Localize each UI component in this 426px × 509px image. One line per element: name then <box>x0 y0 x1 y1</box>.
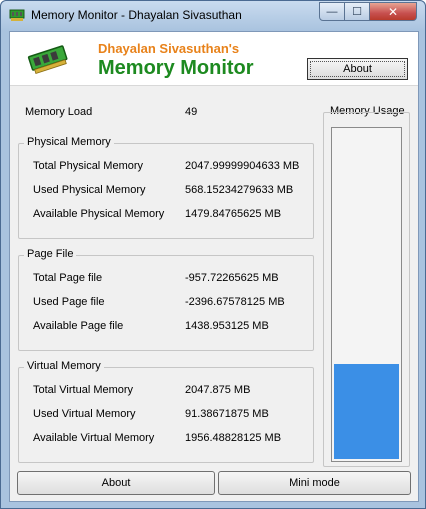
available-physical-value: 1479.84765625 MB <box>185 208 282 220</box>
used-page-file-value: -2396.67578125 MB <box>185 296 285 308</box>
about-button[interactable]: About <box>17 471 215 495</box>
title-bar[interactable]: Memory Monitor - Dhayalan Sivasuthan — ☐… <box>1 1 425 31</box>
total-page-file-value: -957.72265625 MB <box>185 272 279 284</box>
memory-usage-fill <box>334 364 399 459</box>
total-virtual-label: Total Virtual Memory <box>33 384 134 396</box>
available-page-file-value: 1438.953125 MB <box>185 320 269 332</box>
used-page-file-label: Used Page file <box>33 296 105 308</box>
close-icon: ✕ <box>387 4 399 19</box>
window-frame: Memory Monitor - Dhayalan Sivasuthan — ☐… <box>0 0 426 509</box>
virtual-memory-group: Virtual Memory Total Virtual Memory 2047… <box>18 360 314 463</box>
maximize-icon: ☐ <box>352 6 362 18</box>
about-button-header[interactable]: About <box>307 58 408 80</box>
total-virtual-value: 2047.875 MB <box>185 384 251 396</box>
available-virtual-label: Available Virtual Memory <box>33 432 155 444</box>
used-virtual-value: 91.38671875 MB <box>185 408 269 420</box>
memory-chip-icon <box>9 9 25 21</box>
memory-load-label: Memory Load <box>25 106 93 118</box>
available-page-file-label: Available Page file <box>33 320 124 332</box>
total-page-file-label: Total Page file <box>33 272 103 284</box>
client-area: Dhayalan Sivasuthan's Memory Monitor Abo… <box>9 31 419 502</box>
memory-usage-group <box>323 112 410 467</box>
page-file-group: Page File Total Page file -957.72265625 … <box>18 248 314 351</box>
group-title: Page File <box>24 248 77 260</box>
mini-mode-button[interactable]: Mini mode <box>218 471 411 495</box>
memory-usage-progress-bar <box>331 127 402 462</box>
memory-load-value: 49 <box>185 106 198 118</box>
memory-module-icon <box>27 45 68 74</box>
group-title: Physical Memory <box>24 136 114 148</box>
total-physical-value: 2047.99999904633 MB <box>185 160 300 172</box>
header: Dhayalan Sivasuthan's Memory Monitor Abo… <box>10 32 418 86</box>
physical-memory-group: Physical Memory Total Physical Memory 20… <box>18 136 314 239</box>
minimize-button[interactable]: — <box>319 2 345 21</box>
total-physical-label: Total Physical Memory <box>33 160 144 172</box>
close-button[interactable]: ✕ <box>369 2 417 21</box>
group-title: Virtual Memory <box>24 360 104 372</box>
used-virtual-label: Used Virtual Memory <box>33 408 136 420</box>
available-physical-label: Available Physical Memory <box>33 208 165 220</box>
maximize-button[interactable]: ☐ <box>344 2 370 21</box>
used-physical-value: 568.15234279633 MB <box>185 184 294 196</box>
used-physical-label: Used Physical Memory <box>33 184 146 196</box>
window-title: Memory Monitor - Dhayalan Sivasuthan <box>31 8 242 22</box>
minimize-icon: — <box>326 5 338 18</box>
app-title: Memory Monitor <box>98 57 254 79</box>
available-virtual-value: 1956.48828125 MB <box>185 432 282 444</box>
author-subtitle: Dhayalan Sivasuthan's <box>98 41 240 56</box>
